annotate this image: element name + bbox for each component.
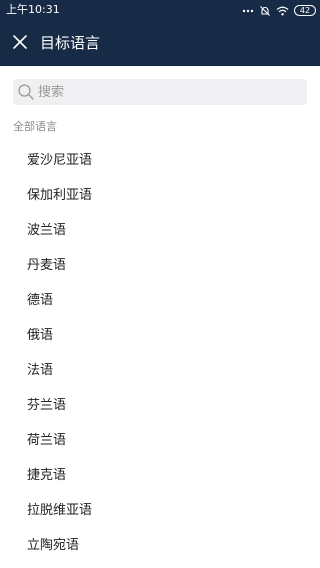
status-icons: 42: [242, 3, 316, 18]
language-item[interactable]: 芬兰语: [0, 388, 320, 423]
more-dots-icon: [242, 9, 254, 13]
close-button[interactable]: [8, 30, 32, 54]
close-icon: [13, 35, 27, 49]
section-label: 全部语言: [13, 120, 57, 133]
language-list: 爱沙尼亚语 保加利亚语 波兰语 丹麦语 德语 俄语 法语 芬兰语 荷兰语 捷克语…: [0, 143, 320, 563]
search-input[interactable]: [38, 79, 300, 105]
status-time: 上午10:31: [6, 3, 60, 16]
language-item[interactable]: 法语: [0, 353, 320, 388]
status-bar: 上午10:31 42: [0, 0, 320, 21]
search-icon: [18, 84, 34, 100]
language-item[interactable]: 丹麦语: [0, 248, 320, 283]
app-header: 上午10:31 42 目标语言: [0, 0, 320, 66]
mute-icon: [259, 5, 271, 17]
search-box[interactable]: [13, 79, 307, 105]
battery-icon: 42: [294, 5, 316, 16]
language-item[interactable]: 保加利亚语: [0, 178, 320, 213]
language-item[interactable]: 荷兰语: [0, 423, 320, 458]
language-item[interactable]: 波兰语: [0, 213, 320, 248]
language-item[interactable]: 爱沙尼亚语: [0, 143, 320, 178]
language-item[interactable]: 捷克语: [0, 458, 320, 493]
language-item[interactable]: 德语: [0, 283, 320, 318]
page-title: 目标语言: [40, 34, 101, 52]
language-item[interactable]: 俄语: [0, 318, 320, 353]
wifi-icon: [276, 6, 289, 16]
language-item[interactable]: 立陶宛语: [0, 528, 320, 563]
language-item[interactable]: 拉脱维亚语: [0, 493, 320, 528]
